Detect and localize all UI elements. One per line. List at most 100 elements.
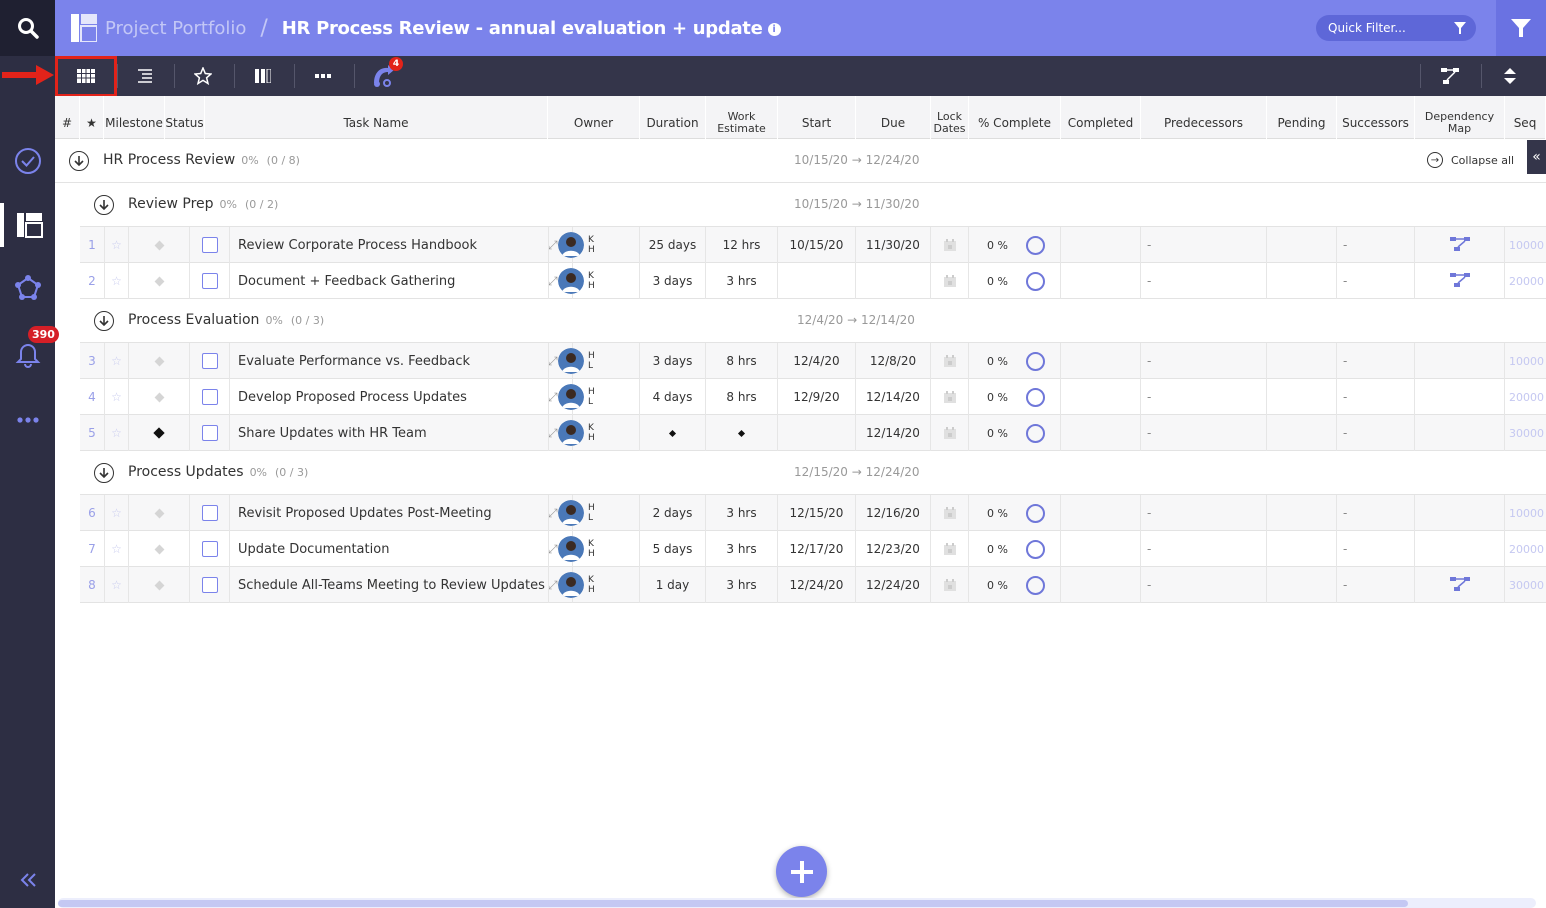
completed-cell[interactable] xyxy=(1061,379,1141,415)
progress-ring-icon[interactable] xyxy=(1025,503,1045,523)
pending-cell[interactable] xyxy=(1267,415,1337,451)
checkbox[interactable] xyxy=(201,273,218,289)
duration-cell[interactable]: 5 days xyxy=(640,531,706,567)
seq-cell[interactable]: 20000 xyxy=(1505,263,1546,299)
duration-cell[interactable] xyxy=(640,415,706,451)
lock-dates-cell[interactable] xyxy=(931,379,969,415)
successors-cell[interactable]: - xyxy=(1337,227,1415,263)
pending-cell[interactable] xyxy=(1267,379,1337,415)
owner-cell[interactable]: HL xyxy=(548,379,640,415)
progress-ring-icon[interactable] xyxy=(1025,351,1045,371)
task-name[interactable]: Share Updates with HR Team xyxy=(230,426,427,441)
owner-cell[interactable]: KH xyxy=(548,531,640,567)
table-row[interactable]: 7 ☆ Update Documentation ⤢ KH 5 days 3 h… xyxy=(80,531,1546,567)
pct-complete-cell[interactable]: 0 % xyxy=(969,415,1061,451)
duration-cell[interactable]: 25 days xyxy=(640,227,706,263)
task-name[interactable]: Update Documentation xyxy=(230,542,389,557)
milestone-toggle[interactable] xyxy=(129,495,190,531)
pending-cell[interactable] xyxy=(1267,531,1337,567)
col-header-lock-dates[interactable]: Lock Dates xyxy=(931,96,969,139)
info-icon[interactable]: i xyxy=(767,22,781,36)
owner-cell[interactable]: KH xyxy=(548,415,640,451)
col-header-seq[interactable]: Seq xyxy=(1505,96,1546,139)
rail-collapse[interactable] xyxy=(0,858,55,902)
dependency-map-icon[interactable] xyxy=(1449,235,1471,256)
task-name[interactable]: Schedule All-Teams Meeting to Review Upd… xyxy=(230,578,545,593)
duration-cell[interactable]: 4 days xyxy=(640,379,706,415)
completed-cell[interactable] xyxy=(1061,495,1141,531)
milestone-toggle[interactable] xyxy=(129,227,190,263)
due-cell[interactable]: 12/24/20 xyxy=(856,567,931,603)
task-name[interactable]: Develop Proposed Process Updates xyxy=(230,390,467,405)
pct-complete-cell[interactable]: 0 % xyxy=(969,343,1061,379)
start-cell[interactable]: 12/24/20 xyxy=(778,567,856,603)
task-name[interactable]: Document + Feedback Gathering xyxy=(230,274,455,289)
col-header-num[interactable]: # xyxy=(55,96,80,139)
col-header-pct-complete[interactable]: % Complete xyxy=(969,96,1061,139)
pending-cell[interactable] xyxy=(1267,495,1337,531)
col-header-star[interactable]: ★ xyxy=(80,96,104,139)
col-header-dependency-map[interactable]: Dependency Map xyxy=(1415,96,1505,139)
seq-cell[interactable]: 30000 xyxy=(1505,567,1546,603)
completed-cell[interactable] xyxy=(1061,415,1141,451)
rail-network[interactable] xyxy=(0,266,55,310)
task-name[interactable]: Review Corporate Process Handbook xyxy=(230,238,477,253)
start-cell[interactable]: 10/15/20 xyxy=(778,227,856,263)
expand-toggle[interactable] xyxy=(94,463,114,483)
task-name-cell[interactable]: Schedule All-Teams Meeting to Review Upd… xyxy=(230,567,548,603)
pending-cell[interactable] xyxy=(1267,343,1337,379)
due-cell[interactable]: 11/30/20 xyxy=(856,227,931,263)
pct-complete-cell[interactable]: 0 % xyxy=(969,495,1061,531)
dependency-map-cell[interactable] xyxy=(1415,379,1505,415)
row-favorite[interactable]: ☆ xyxy=(105,343,129,379)
rail-tasks[interactable] xyxy=(0,139,55,183)
dependency-map-button[interactable] xyxy=(1430,56,1470,96)
due-cell[interactable]: 12/14/20 xyxy=(856,379,931,415)
successors-cell[interactable]: - xyxy=(1337,415,1415,451)
start-cell[interactable]: 12/15/20 xyxy=(778,495,856,531)
completed-cell[interactable] xyxy=(1061,567,1141,603)
horizontal-scrollbar[interactable] xyxy=(58,898,1536,908)
search-button[interactable] xyxy=(0,0,55,56)
predecessors-cell[interactable]: - xyxy=(1141,227,1267,263)
task-name-cell[interactable]: Revisit Proposed Updates Post-Meeting xyxy=(230,495,548,531)
predecessors-cell[interactable]: - xyxy=(1141,567,1267,603)
checkbox[interactable] xyxy=(201,389,218,405)
progress-ring-icon[interactable] xyxy=(1025,387,1045,407)
task-name-cell[interactable]: Update Documentation xyxy=(230,531,548,567)
task-name-cell[interactable]: Document + Feedback Gathering xyxy=(230,263,548,299)
duration-cell[interactable]: 2 days xyxy=(640,495,706,531)
task-name[interactable]: Revisit Proposed Updates Post-Meeting xyxy=(230,506,492,521)
task-name-cell[interactable]: Share Updates with HR Team xyxy=(230,415,548,451)
table-row[interactable]: 2 ☆ Document + Feedback Gathering ⤢ KH 3… xyxy=(80,263,1546,299)
dependency-map-cell[interactable] xyxy=(1415,343,1505,379)
status-checkbox[interactable] xyxy=(190,227,230,263)
rail-projects[interactable] xyxy=(0,203,55,247)
checkbox[interactable] xyxy=(201,505,218,521)
table-row[interactable]: 1 ☆ Review Corporate Process Handbook ⤢ … xyxy=(80,227,1546,263)
col-header-status[interactable]: Status xyxy=(165,96,205,139)
completed-cell[interactable] xyxy=(1061,263,1141,299)
rail-more[interactable] xyxy=(0,398,55,442)
scrollbar-thumb[interactable] xyxy=(58,900,1408,907)
task-name-cell[interactable]: Review Corporate Process Handbook xyxy=(230,227,548,263)
lock-dates-cell[interactable] xyxy=(931,415,969,451)
col-header-successors[interactable]: Successors xyxy=(1337,96,1415,139)
start-cell[interactable]: 12/17/20 xyxy=(778,531,856,567)
checkbox[interactable] xyxy=(201,425,218,441)
row-favorite[interactable]: ☆ xyxy=(105,531,129,567)
task-name[interactable]: Evaluate Performance vs. Feedback xyxy=(230,354,470,369)
duration-cell[interactable]: 3 days xyxy=(640,343,706,379)
pct-complete-cell[interactable]: 0 % xyxy=(969,379,1061,415)
duration-cell[interactable]: 1 day xyxy=(640,567,706,603)
quick-filter-input[interactable]: Quick Filter... xyxy=(1316,15,1476,41)
successors-cell[interactable]: - xyxy=(1337,495,1415,531)
progress-ring-icon[interactable] xyxy=(1025,271,1045,291)
seq-cell[interactable]: 10000 xyxy=(1505,495,1546,531)
milestone-toggle[interactable] xyxy=(129,415,190,451)
lock-dates-cell[interactable] xyxy=(931,343,969,379)
pct-complete-cell[interactable]: 0 % xyxy=(969,567,1061,603)
successors-cell[interactable]: - xyxy=(1337,567,1415,603)
col-header-owner[interactable]: Owner xyxy=(548,96,640,139)
filter-button[interactable] xyxy=(1496,0,1546,56)
